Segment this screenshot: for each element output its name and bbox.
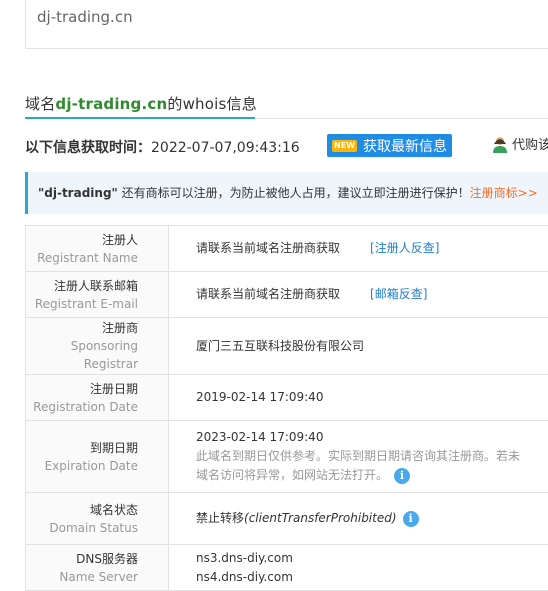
- name-server-1: ns3.dns-diy.com: [196, 549, 548, 568]
- table-row: 到期日期 Expiration Date 2023-02-14 17:09:40…: [26, 421, 548, 493]
- info-icon[interactable]: i: [394, 468, 410, 484]
- key-cn: 注册商: [27, 319, 138, 337]
- section-title-domain: dj-trading.cn: [55, 95, 167, 113]
- search-value: dj-trading.cn: [37, 8, 133, 26]
- key-cn: 注册人: [27, 231, 138, 249]
- fetch-time-row: 以下信息获取时间：2022-07-07,09:43:16: [25, 137, 300, 157]
- table-row: 注册商 Sponsoring Registrar 厦门三五互联科技股份有限公司: [26, 318, 548, 375]
- registrar-value: 厦门三五互联科技股份有限公司: [196, 339, 364, 353]
- trademark-notice: "dj-trading" 还有商标可以注册，为防止被他人占用，建议立即注册进行保…: [25, 172, 548, 214]
- row-value: 请联系当前域名注册商获取 [注册人反查]: [169, 226, 548, 272]
- table-row: 注册人联系邮箱 Registrant E-mail 请联系当前域名注册商获取 [邮…: [26, 272, 548, 318]
- notice-text: 还有商标可以注册，为防止被他人占用，建议立即注册进行保护！: [118, 186, 470, 200]
- key-en: Domain Status: [27, 519, 138, 537]
- key-en: Registrant E-mail: [27, 295, 138, 313]
- key-en: Sponsoring Registrar: [27, 337, 138, 373]
- section-title-suffix: 的whois信息: [167, 95, 257, 113]
- key-en: Name Server: [27, 568, 138, 586]
- register-trademark-link[interactable]: 注册商标>>: [470, 186, 538, 200]
- row-key: 到期日期 Expiration Date: [26, 421, 169, 493]
- agent-label: 代购该: [512, 134, 548, 153]
- expiration-note-text: 域名访问将异常，如网站无法打开。: [196, 468, 388, 482]
- key-cn: DNS服务器: [27, 550, 138, 568]
- row-value: 禁止转移(clientTransferProhibited) i: [169, 493, 548, 545]
- new-badge: NEW: [332, 140, 357, 152]
- row-key: 域名状态 Domain Status: [26, 493, 169, 545]
- row-key: 注册人 Registrant Name: [26, 226, 169, 272]
- domain-status-value: 禁止转移: [196, 511, 244, 525]
- whois-table: 注册人 Registrant Name 请联系当前域名注册商获取[注册人反查] …: [25, 225, 548, 591]
- table-row: 注册人 Registrant Name 请联系当前域名注册商获取 [注册人反查]: [26, 226, 548, 272]
- key-cn: 注册人联系邮箱: [27, 277, 138, 295]
- notice-domain-name: dj-trading: [44, 186, 111, 200]
- key-en: Expiration Date: [27, 457, 138, 475]
- name-server-2: ns4.dns-diy.com: [196, 568, 548, 587]
- row-value: 2019-02-14 17:09:40: [169, 375, 548, 421]
- email-reverse-lookup-link[interactable]: [邮箱反查]: [370, 287, 427, 301]
- table-row: 注册日期 Registration Date 2019-02-14 17:09:…: [26, 375, 548, 421]
- expiration-note-line-1: 此域名到期日仅供参考。实际到期日期请咨询其注册商。若未: [196, 447, 548, 466]
- key-en: Registrant Name: [27, 249, 138, 267]
- person-avatar-icon: [491, 135, 509, 153]
- refresh-button-label: 获取最新信息: [363, 136, 447, 156]
- key-cn: 到期日期: [27, 439, 138, 457]
- row-key: 注册商 Sponsoring Registrar: [26, 318, 169, 375]
- row-key: 注册人联系邮箱 Registrant E-mail: [26, 272, 169, 318]
- table-row: DNS服务器 Name Server ns3.dns-diy.com ns4.d…: [26, 545, 548, 591]
- table-row: 域名状态 Domain Status 禁止转移(clientTransferPr…: [26, 493, 548, 545]
- fetch-time-value: 2022-07-07,09:43:16: [151, 140, 300, 156]
- expiration-note-line-2: 域名访问将异常，如网站无法打开。 i: [196, 466, 548, 485]
- key-cn: 域名状态: [27, 501, 138, 519]
- registration-date-value: 2019-02-14 17:09:40: [196, 390, 323, 404]
- section-title-prefix: 域名: [25, 95, 55, 113]
- title-underline: [25, 117, 255, 119]
- row-value: ns3.dns-diy.com ns4.dns-diy.com: [169, 545, 548, 591]
- registrant-reverse-lookup-link[interactable]: [注册人反查]: [370, 241, 439, 255]
- fetch-time-label: 以下信息获取时间：: [25, 140, 151, 156]
- row-value: 请联系当前域名注册商获取 [邮箱反查]: [169, 272, 548, 318]
- search-box[interactable]: dj-trading.cn: [25, 0, 548, 49]
- row-value: 厦门三五互联科技股份有限公司: [169, 318, 548, 375]
- row-value: 2023-02-14 17:09:40 此域名到期日仅供参考。实际到期日期请咨询…: [169, 421, 548, 493]
- key-cn: 注册日期: [27, 380, 138, 398]
- info-icon[interactable]: i: [403, 511, 419, 527]
- registrant-name-value: 请联系当前域名注册商获取: [196, 241, 340, 255]
- row-key: DNS服务器 Name Server: [26, 545, 169, 591]
- row-key: 注册日期 Registration Date: [26, 375, 169, 421]
- domain-status-code: (clientTransferProhibited): [244, 511, 397, 525]
- expiration-date-value: 2023-02-14 17:09:40: [196, 428, 548, 447]
- section-title: 域名dj-trading.cn的whois信息: [25, 93, 257, 114]
- registrant-email-value: 请联系当前域名注册商获取: [196, 287, 340, 301]
- key-en: Registration Date: [27, 398, 138, 416]
- refresh-whois-button[interactable]: NEW 获取最新信息: [327, 134, 452, 157]
- agent-purchase-link[interactable]: 代购该: [491, 134, 548, 153]
